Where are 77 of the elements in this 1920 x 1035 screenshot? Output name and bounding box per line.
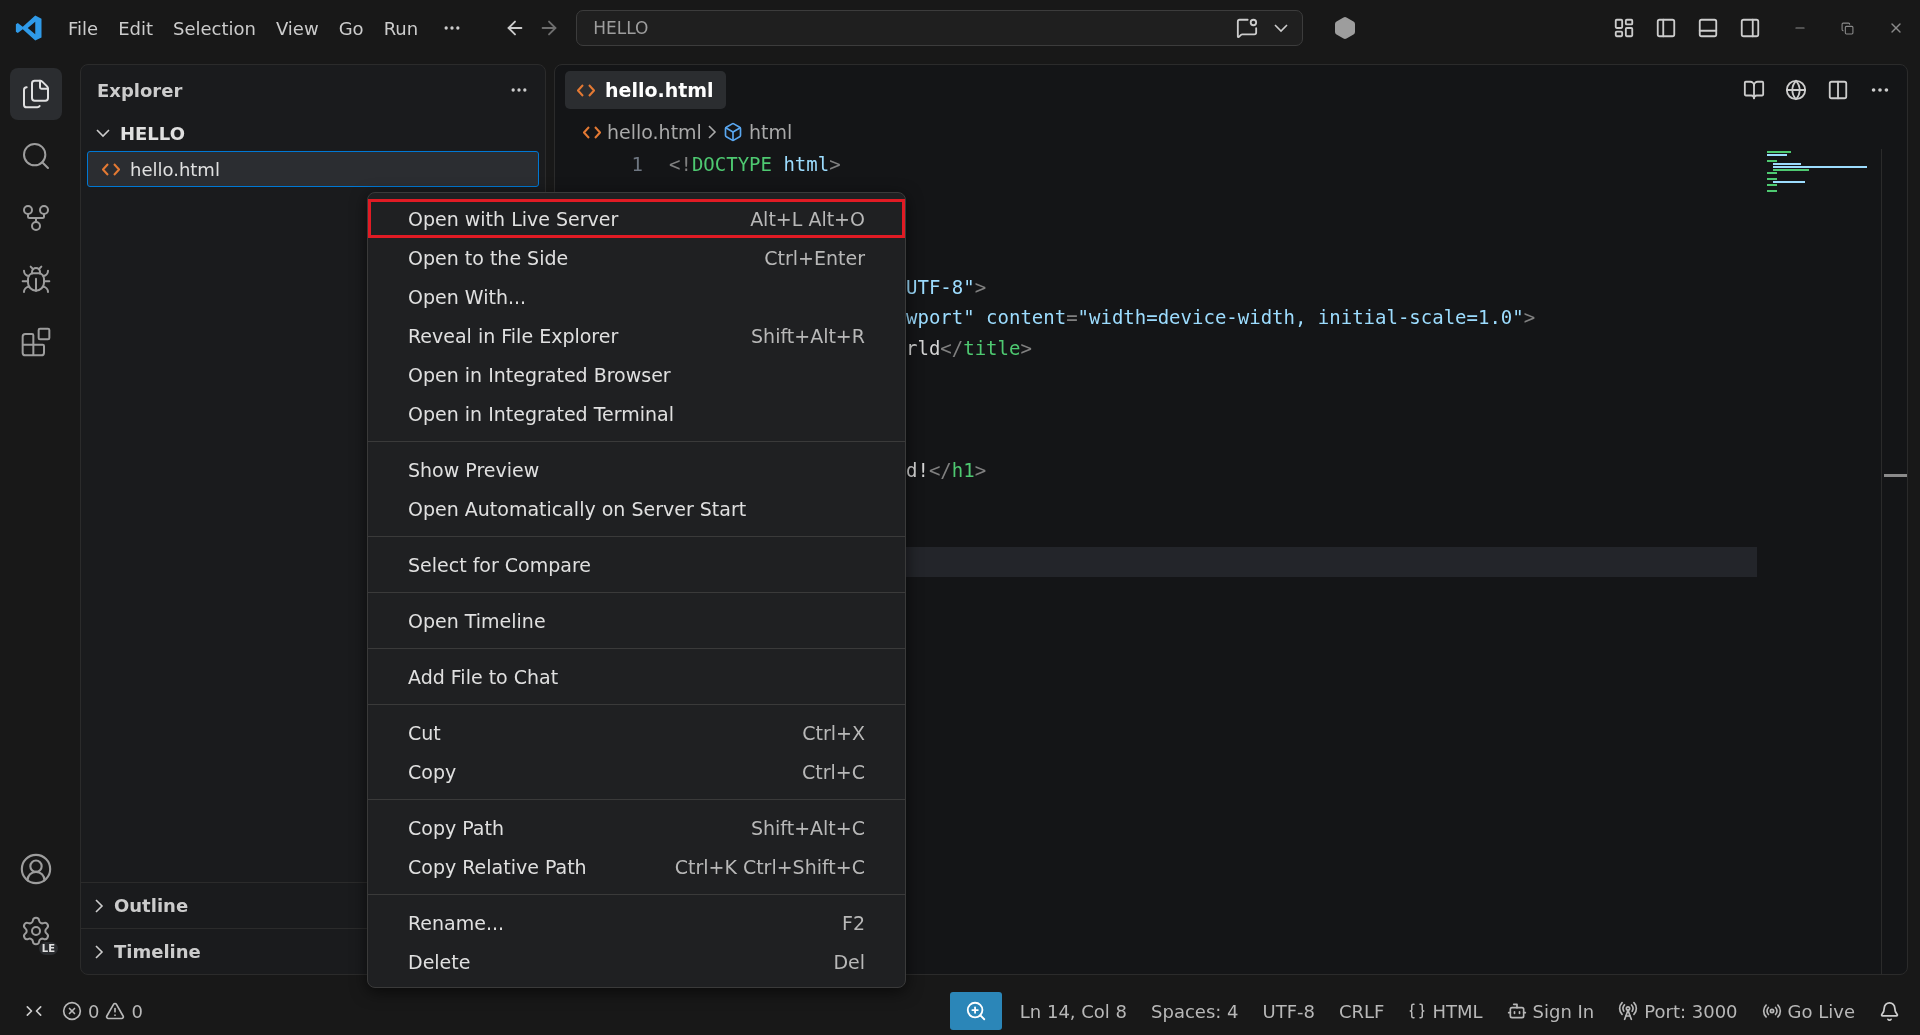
menu-item[interactable]: Open Automatically on Server Start	[368, 489, 905, 528]
globe-icon[interactable]	[1785, 79, 1807, 101]
go-live-button[interactable]: Go Live	[1749, 1000, 1867, 1022]
status-item[interactable]: UTF-8	[1250, 1000, 1327, 1022]
bug-icon	[20, 264, 52, 296]
code-icon	[577, 83, 595, 97]
code-line: wport" content="width=device-width, initial-scale=1.0">	[905, 306, 1536, 329]
folder-item[interactable]: HELLO	[87, 115, 539, 151]
split-editor-icon[interactable]	[1827, 79, 1849, 101]
profile-badge: LE	[38, 942, 58, 955]
menu-item[interactable]: Run	[373, 17, 429, 39]
scrollbar[interactable]	[1881, 149, 1907, 974]
user-icon	[19, 852, 53, 886]
files-icon	[20, 78, 52, 110]
code-icon	[102, 162, 120, 176]
breadcrumb[interactable]: html	[748, 121, 793, 143]
chevron-right-icon	[707, 125, 717, 139]
warning-icon	[105, 1001, 126, 1021]
chevron-down-icon[interactable]	[1274, 23, 1289, 33]
hexagon-icon[interactable]	[1333, 16, 1358, 40]
chat-icon[interactable]	[1236, 17, 1259, 39]
menu-item[interactable]: Reveal in File Explorer Shift+Alt+R	[368, 316, 905, 355]
menu-item[interactable]: Cut Ctrl+X	[368, 713, 905, 752]
files-button[interactable]	[10, 68, 62, 120]
source-control-icon	[20, 202, 52, 234]
panel-title: Explorer	[97, 79, 183, 101]
tree-item[interactable]: hello.html	[87, 151, 539, 187]
bell-icon[interactable]	[1879, 1000, 1900, 1022]
menu-item[interactable]: View	[265, 17, 329, 39]
zoom-button[interactable]	[949, 992, 1002, 1030]
menu-item[interactable]: Open with Live Server Alt+L Alt+O	[368, 199, 905, 238]
breadcrumb[interactable]: hello.html	[607, 121, 702, 143]
port-status[interactable]: Port: 3000	[1606, 1000, 1750, 1022]
command-center[interactable]: HELLO	[576, 10, 1304, 46]
menu-item[interactable]: Open to the Side Ctrl+Enter	[368, 238, 905, 277]
editor-tab[interactable]: hello.html	[565, 71, 726, 109]
sign-in-button[interactable]: Sign In	[1494, 1000, 1607, 1022]
panel-left-icon[interactable]	[1655, 17, 1677, 39]
code-line: <!DOCTYPE html>	[668, 153, 841, 176]
app-logo	[14, 13, 44, 43]
menu-item[interactable]: Open Timeline	[368, 601, 905, 640]
restore-icon[interactable]	[1841, 21, 1854, 35]
code-line: d!</h1>	[905, 459, 987, 482]
layout-icon[interactable]	[1613, 17, 1635, 39]
panel-right-icon[interactable]	[1739, 17, 1761, 39]
book-icon[interactable]	[1743, 79, 1765, 101]
extensions-icon	[20, 326, 52, 358]
menu-item[interactable]: Go	[328, 17, 374, 39]
code-line: UTF-8">	[905, 275, 987, 298]
cube-icon	[722, 122, 743, 142]
status-item[interactable]: CRLF	[1327, 1000, 1397, 1022]
antenna-icon	[1618, 1001, 1639, 1021]
menu-item[interactable]: Select for Compare	[368, 545, 905, 584]
menu-item[interactable]: Open With...	[368, 277, 905, 316]
code-icon	[583, 125, 601, 139]
menu-item[interactable]: File	[58, 17, 109, 39]
status-item[interactable]: Spaces: 4	[1139, 1000, 1251, 1022]
search-icon	[20, 140, 52, 172]
menu-item[interactable]: Selection	[163, 17, 266, 39]
menu-item[interactable]: Copy Path Shift+Alt+C	[368, 808, 905, 847]
menu-item[interactable]: Edit	[108, 17, 163, 39]
settings-button[interactable]: LE	[10, 905, 62, 957]
zoom-in-icon	[964, 1000, 987, 1022]
panel-bottom-icon[interactable]	[1697, 17, 1719, 39]
language-mode[interactable]: HTML	[1396, 1000, 1495, 1022]
menu-item[interactable]: Add File to Chat	[368, 657, 905, 696]
braces-icon	[1408, 1002, 1427, 1020]
menu-item[interactable]: Open in Integrated Browser	[368, 355, 905, 394]
line-number: 1	[630, 153, 643, 176]
error-icon	[62, 1001, 82, 1021]
menu-item[interactable]: Open in Integrated Terminal	[368, 394, 905, 433]
menu-item[interactable]: Copy Ctrl+C	[368, 752, 905, 791]
broadcast-icon	[1761, 1001, 1782, 1021]
status-item[interactable]: Ln 14, Col 8	[1007, 1000, 1140, 1022]
robot-icon	[1506, 1001, 1527, 1021]
menu-item[interactable]: Show Preview	[368, 450, 905, 489]
problems-status[interactable]: 0 0	[50, 1000, 155, 1022]
